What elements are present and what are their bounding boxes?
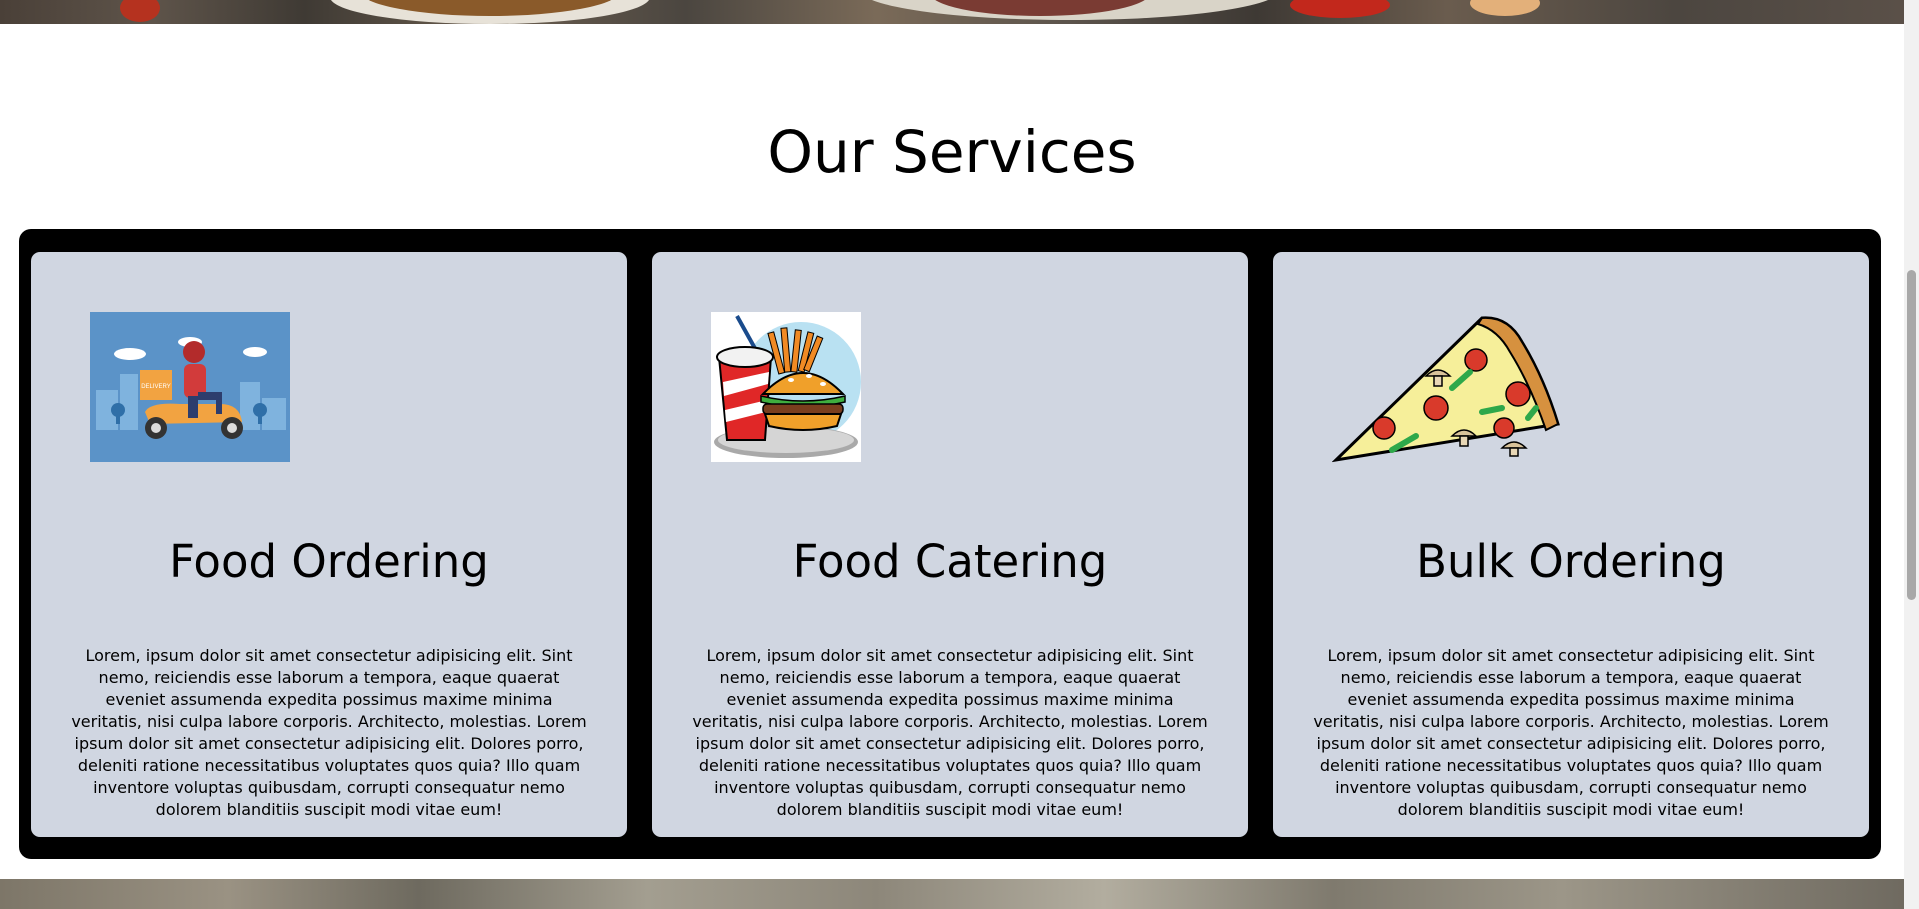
card-description: Lorem, ipsum dolor sit amet consectetur …	[71, 646, 587, 819]
card-description: Lorem, ipsum dolor sit amet consectetur …	[692, 646, 1208, 819]
next-section-image-strip	[0, 879, 1904, 909]
services-heading: Our Services	[767, 118, 1137, 186]
services-container: DELIVERY Food Ordering Lorem, ipsum dolo…	[19, 229, 1881, 859]
pizza-slice-icon	[1331, 312, 1562, 468]
fast-food-icon	[711, 312, 861, 466]
card-title: Food Ordering	[169, 535, 489, 588]
scrollbar-thumb[interactable]	[1907, 270, 1916, 600]
delivery-badge-text: DELIVERY	[141, 384, 171, 390]
card-title: Bulk Ordering	[1416, 535, 1726, 588]
card-title: Food Catering	[792, 535, 1108, 588]
delivery-scooter-icon: DELIVERY	[90, 312, 290, 466]
service-card-food-ordering: DELIVERY Food Ordering Lorem, ipsum dolo…	[31, 252, 627, 837]
card-description: Lorem, ipsum dolor sit amet consectetur …	[1313, 646, 1829, 819]
service-card-bulk-ordering: Bulk Ordering Lorem, ipsum dolor sit ame…	[1273, 252, 1869, 837]
service-card-food-catering: Food Catering Lorem, ipsum dolor sit ame…	[652, 252, 1248, 837]
hero-image-strip	[0, 0, 1904, 24]
